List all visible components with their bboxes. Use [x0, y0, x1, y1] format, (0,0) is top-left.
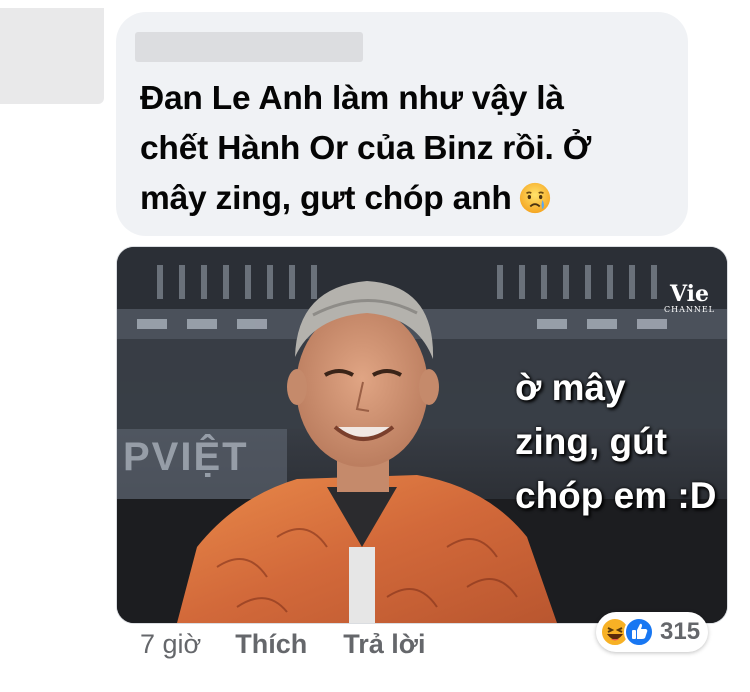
comment-line: Đan Le Anh làm như vậy là [140, 80, 564, 117]
reaction-count: 315 [660, 618, 701, 645]
watermark-big: Vie [669, 281, 709, 307]
reaction-summary[interactable]: 315 [596, 612, 709, 652]
meme-caption: ờ mây zing, gút chóp em :D [515, 361, 716, 523]
comment-line-text: mây zing, gưt chóp anh [140, 180, 512, 217]
comment-container: Đan Le Anh làm như vậy là chết Hành Or c… [0, 0, 750, 692]
channel-watermark: Vie CHANNEL [664, 283, 715, 315]
meme-caption-line: chóp em :D [515, 475, 717, 516]
avatar[interactable] [0, 8, 104, 104]
author-name-redacted[interactable] [135, 32, 363, 62]
meme-caption-line: zing, gút [515, 421, 668, 462]
comment-line: mây zing, gưt chóp anh [140, 174, 680, 224]
comment-text: Đan Le Anh làm như vậy là chết Hành Or c… [140, 74, 680, 224]
comment-line: chết Hành Or của Binz rồi. Ở [140, 130, 592, 167]
comment-timestamp[interactable]: 7 giờ [140, 629, 201, 660]
crying-face-icon [519, 182, 550, 214]
reply-button[interactable]: Trả lời [343, 629, 425, 660]
like-button[interactable]: Thích [235, 629, 307, 660]
attached-image[interactable]: PVIỆT Vie CHANNEL ờ mây zing, gút chóp e… [116, 246, 728, 624]
like-icon [624, 617, 654, 647]
meme-caption-line: ờ mây [515, 367, 626, 408]
comment-actions: 7 giờ Thích Trả lời [140, 622, 461, 666]
watermark-small: CHANNEL [663, 305, 715, 314]
stage-sign-text: PVIỆT [123, 435, 249, 479]
